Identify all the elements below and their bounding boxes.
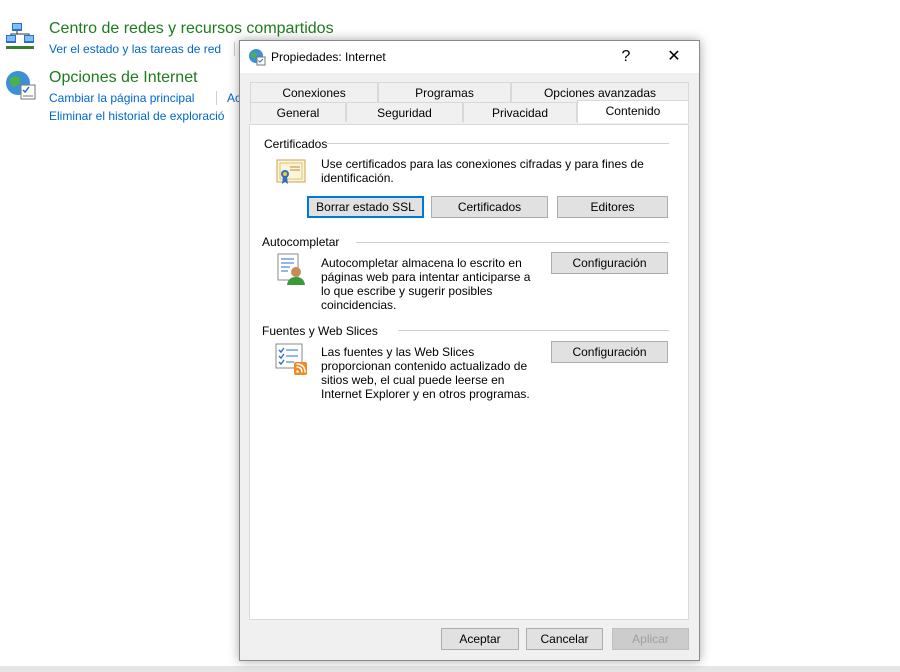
internet-options-title[interactable]: Opciones de Internet [49,69,198,87]
tab-opciones-avanzadas[interactable]: Opciones avanzadas [511,82,689,102]
change-homepage-link[interactable]: Cambiar la página principal [49,91,194,105]
feeds-settings-button[interactable]: Configuración [551,341,668,363]
feeds-group-label: Fuentes y Web Slices [262,324,378,338]
group-divider [356,242,669,243]
tab-panel-contenido: Certificados Use certificados para las c… [249,124,689,620]
internet-properties-icon [248,48,266,66]
feeds-icon [274,342,308,376]
network-center-title[interactable]: Centro de redes y recursos compartidos [49,20,334,38]
group-divider [324,143,669,144]
tab-contenido[interactable]: Contenido [577,100,689,123]
delete-history-link[interactable]: Eliminar el historial de exploració [49,109,224,123]
clear-ssl-state-button[interactable]: Borrar estado SSL [307,196,424,218]
feeds-description: Las fuentes y las Web Slices proporciona… [321,345,530,401]
bottom-strip [0,666,900,672]
network-status-link[interactable]: Ver el estado y las tareas de red [49,42,221,56]
certificates-group-label: Certificados [264,137,328,151]
autocomplete-settings-button[interactable]: Configuración [551,252,668,274]
tab-privacidad[interactable]: Privacidad [463,102,577,122]
tab-seguridad[interactable]: Seguridad [346,102,463,122]
publishers-button[interactable]: Editores [557,196,668,218]
dialog-title: Propiedades: Internet [271,50,386,64]
internet-options-icon[interactable] [4,68,38,102]
dialog-titlebar[interactable]: Propiedades: Internet ? ✕ [240,41,699,73]
autocomplete-group-label: Autocompletar [262,235,340,249]
ok-button[interactable]: Aceptar [441,628,519,650]
network-center-icon[interactable] [4,20,38,54]
apply-button: Aplicar [612,628,689,650]
certificates-description: Use certificados para las conexiones cif… [321,157,644,185]
close-button[interactable]: ✕ [651,41,697,73]
help-button[interactable]: ? [603,41,649,73]
link-separator [234,42,235,56]
group-divider [398,330,669,331]
autocomplete-icon [274,252,308,286]
cancel-button[interactable]: Cancelar [526,628,603,650]
autocomplete-description: Autocompletar almacena lo escrito en pág… [321,256,531,312]
tab-general[interactable]: General [250,102,346,122]
certificates-button[interactable]: Certificados [431,196,548,218]
certificate-icon [274,156,308,190]
tab-programas[interactable]: Programas [378,82,511,102]
internet-properties-dialog: Propiedades: Internet ? ✕ Conexiones Pro… [239,40,700,661]
link-separator [216,91,217,105]
tab-conexiones[interactable]: Conexiones [250,82,378,102]
